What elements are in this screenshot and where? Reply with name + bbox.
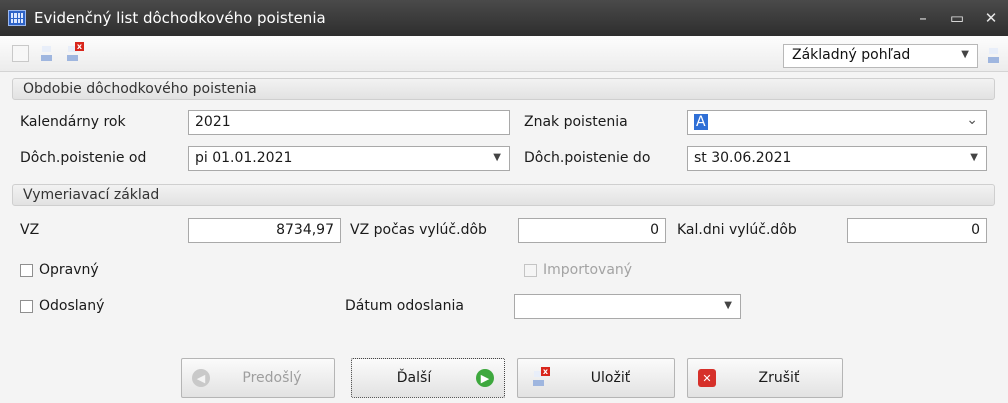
insurance-sign-select[interactable]: A ⌄ bbox=[687, 110, 987, 135]
corrective-checkbox[interactable]: Opravný bbox=[20, 262, 99, 278]
insurance-sign-label: Znak poistenia bbox=[524, 114, 628, 130]
vz-excluded-input[interactable]: 0 bbox=[518, 218, 666, 243]
insurance-sign-value: A bbox=[694, 114, 708, 130]
to-date-picker[interactable]: st 30.06.2021 ▼ bbox=[687, 146, 987, 171]
to-date-value: st 30.06.2021 bbox=[694, 150, 792, 166]
close-icon: ✕ bbox=[698, 369, 716, 387]
arrow-right-icon: ▶ bbox=[476, 369, 494, 387]
excluded-days-label: Kal.dni vylúč.dôb bbox=[677, 222, 797, 238]
imported-label: Importovaný bbox=[543, 262, 633, 278]
previous-label: Predošlý bbox=[242, 370, 302, 386]
save-label: Uložiť bbox=[590, 370, 631, 386]
grid-icon bbox=[8, 10, 26, 26]
imported-checkbox: Importovaný bbox=[524, 262, 632, 278]
save-view-icon[interactable] bbox=[985, 47, 1002, 64]
sent-checkbox[interactable]: Odoslaný bbox=[20, 298, 104, 314]
checkbox-box bbox=[524, 263, 537, 277]
new-document-icon[interactable] bbox=[12, 45, 29, 62]
view-select-value: Základný pohľad bbox=[792, 47, 911, 63]
from-date-label: Dôch.poistenie od bbox=[20, 150, 147, 166]
sent-date-label: Dátum odoslania bbox=[345, 298, 464, 314]
corrective-label: Opravný bbox=[39, 262, 99, 278]
title-bar: Evidenčný list dôchodkového poistenia – … bbox=[0, 0, 1008, 36]
excluded-days-input[interactable]: 0 bbox=[847, 218, 987, 243]
save-button[interactable]: x Uložiť bbox=[517, 358, 675, 398]
chevron-down-icon: ▼ bbox=[961, 49, 969, 60]
minimize-button[interactable]: – bbox=[906, 9, 940, 27]
sent-label: Odoslaný bbox=[39, 298, 105, 314]
checkbox-box bbox=[20, 263, 33, 277]
vz-input[interactable]: 8734,97 bbox=[188, 218, 341, 243]
next-label: Ďalší bbox=[396, 370, 432, 386]
chevron-down-icon: ▼ bbox=[724, 300, 732, 311]
cancel-button[interactable]: ✕ Zrušiť bbox=[687, 358, 843, 398]
vz-excluded-label: VZ počas vylúč.dôb bbox=[350, 222, 487, 238]
from-date-picker[interactable]: pi 01.01.2021 ▼ bbox=[188, 146, 510, 171]
chevron-down-icon: ▼ bbox=[493, 152, 501, 163]
maximize-button[interactable]: ▭ bbox=[940, 9, 974, 27]
view-select[interactable]: Základný pohľad ▼ bbox=[783, 44, 978, 68]
chevron-down-icon: ⌄ bbox=[966, 112, 978, 128]
from-date-value: pi 01.01.2021 bbox=[195, 150, 293, 166]
vz-label: VZ bbox=[20, 222, 40, 238]
save-close-icon[interactable]: x bbox=[64, 42, 84, 62]
arrow-left-icon: ◀ bbox=[192, 369, 210, 387]
close-button[interactable]: ✕ bbox=[974, 9, 1008, 27]
save-close-icon: x bbox=[541, 366, 550, 376]
section-header-period: Obdobie dôchodkového poistenia bbox=[12, 78, 995, 100]
previous-button: ◀ Predošlý bbox=[181, 358, 335, 398]
window-title: Evidenčný list dôchodkového poistenia bbox=[34, 9, 326, 27]
year-input[interactable]: 2021 bbox=[188, 110, 510, 135]
next-button[interactable]: Ďalší ▶ bbox=[351, 358, 505, 398]
checkbox-box bbox=[20, 299, 33, 313]
year-label: Kalendárny rok bbox=[20, 114, 126, 130]
chevron-down-icon: ▼ bbox=[970, 152, 978, 163]
sent-date-picker[interactable]: ▼ bbox=[514, 294, 741, 319]
to-date-label: Dôch.poistenie do bbox=[524, 150, 651, 166]
section-header-assessment: Vymeriavací základ bbox=[12, 184, 995, 206]
cancel-label: Zrušiť bbox=[758, 370, 800, 386]
save-icon[interactable] bbox=[38, 45, 55, 62]
